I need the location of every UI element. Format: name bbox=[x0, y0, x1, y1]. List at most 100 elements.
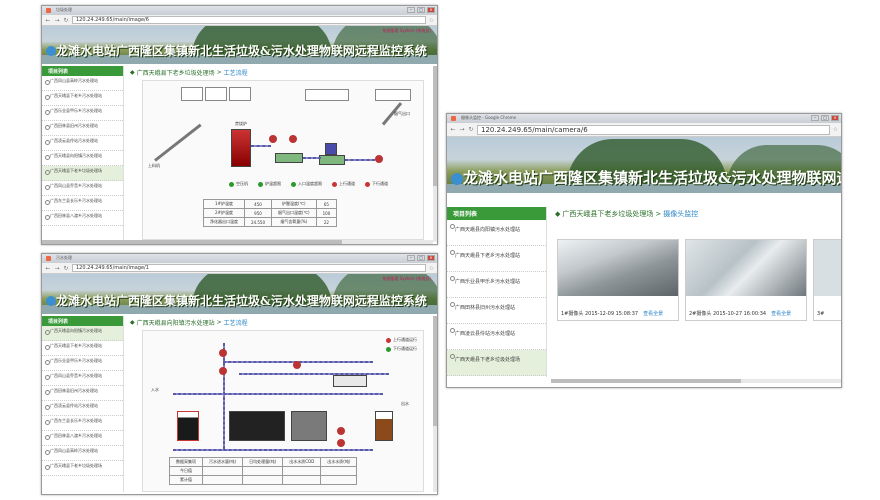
user-info[interactable]: 系统管理 System (系统员) bbox=[382, 28, 431, 34]
sidebar-item[interactable]: 广西天峨县向阳镇污水处理站 bbox=[447, 220, 546, 246]
minimize-button[interactable]: – bbox=[811, 115, 819, 121]
tab-title[interactable]: 污水处理 bbox=[56, 255, 72, 260]
breadcrumb-page[interactable]: 工艺流程 bbox=[224, 68, 248, 77]
camera-card[interactable]: 2#摄像头 2015-10-27 16:00:34 查看全景 bbox=[685, 239, 807, 321]
sidebar-item[interactable]: 广西天峨县下老乡垃圾处理场 bbox=[447, 350, 546, 376]
url-field[interactable]: 120.24.249.65/main/camera/6 bbox=[477, 124, 830, 135]
camera-card[interactable]: 1#摄像头 2015-12-09 15:08:37 查看全景 bbox=[557, 239, 679, 321]
reload-icon[interactable]: ↻ bbox=[63, 17, 69, 24]
stack-label: 烟气出口 bbox=[394, 111, 410, 116]
main-content: ◆ 广西天峨县下老乡垃圾处理场 > 摄像头监控 1#摄像头 2015-12-09… bbox=[551, 207, 841, 377]
sidebar-item[interactable]: 广西凌云县伶站污水处理站 bbox=[447, 324, 546, 350]
furnace bbox=[231, 129, 251, 167]
pump-icon bbox=[293, 361, 301, 369]
sidebar-item[interactable]: 广西田林县八渡乡污水处理站 bbox=[42, 211, 123, 226]
breadcrumb-site[interactable]: 广西天峨县下老乡垃圾处理场 bbox=[562, 209, 653, 219]
vertical-scrollbar[interactable] bbox=[433, 66, 437, 242]
vertical-scrollbar[interactable] bbox=[433, 316, 437, 492]
bookmark-star-icon[interactable]: ☆ bbox=[429, 17, 434, 24]
bookmark-star-icon[interactable]: ☆ bbox=[833, 126, 838, 133]
legend-label: 空压机 bbox=[236, 181, 248, 186]
maximize-button[interactable]: □ bbox=[821, 115, 829, 121]
table-cell: 烟气出口温度(℃) bbox=[271, 208, 317, 218]
tab-title[interactable]: 摄像头监控 - Google Chrome bbox=[461, 115, 516, 120]
reload-icon[interactable]: ↻ bbox=[468, 126, 474, 133]
back-icon[interactable]: ← bbox=[45, 265, 51, 272]
sidebar-item[interactable]: 广西天峨县下老乡污水处理站 bbox=[42, 91, 123, 106]
camera-image[interactable] bbox=[686, 240, 806, 296]
horizontal-scrollbar[interactable] bbox=[551, 379, 841, 383]
banner: 龙滩水电站广西隆区集镇新北生活垃圾&污水处理物联网远程监控系统 系统管理 Sys… bbox=[42, 26, 437, 64]
breadcrumb-site[interactable]: 广西天峨县向阳镇污水处理站 bbox=[137, 318, 215, 327]
close-button[interactable]: × bbox=[427, 7, 435, 13]
pump-icon bbox=[219, 349, 227, 357]
user-info[interactable]: 系统管理 System (系统员) bbox=[382, 276, 431, 282]
sidebar-item[interactable]: 广西凤山县高岭污水处理站 bbox=[42, 446, 123, 461]
back-icon[interactable]: ← bbox=[45, 17, 51, 24]
sidebar-item[interactable]: 广西田林县旧州污水处理站 bbox=[42, 121, 123, 136]
pipe bbox=[173, 393, 383, 395]
breadcrumb-site[interactable]: 广西天峨县下老乡垃圾处理场 bbox=[137, 68, 215, 77]
sidebar-item[interactable]: 广西凤山县乔音乡污水处理站 bbox=[42, 371, 123, 386]
breadcrumb-page[interactable]: 工艺流程 bbox=[224, 318, 248, 327]
maximize-button[interactable]: □ bbox=[417, 7, 425, 13]
sidebar-item[interactable]: 广西田林县八渡乡污水处理站 bbox=[42, 431, 123, 446]
tab-title[interactable]: 垃圾处理 bbox=[56, 7, 72, 12]
legend-label: 上行通道 bbox=[339, 181, 355, 186]
sidebar-item[interactable]: 广西乐业县甲乐乡污水处理站 bbox=[42, 356, 123, 371]
back-icon[interactable]: ← bbox=[450, 126, 456, 133]
inlet-label: 入水 bbox=[151, 387, 159, 392]
sidebar-item[interactable]: 广西凤山县乔音乡污水处理站 bbox=[42, 181, 123, 196]
banner-title: 龙滩水电站广西隆区集镇新北生活垃圾&污水处理物联网远程监控系统 bbox=[56, 44, 427, 58]
address-bar: ← → ↻ 120.24.249.65/main/image/1 ☆ bbox=[42, 263, 437, 274]
camera-image[interactable] bbox=[558, 240, 678, 296]
crane-label: 上料机 bbox=[148, 163, 160, 168]
sidebar-item[interactable]: 广西东兰县长乐乡污水处理站 bbox=[42, 196, 123, 211]
breadcrumb-page[interactable]: 摄像头监控 bbox=[663, 209, 698, 219]
sidebar-item[interactable]: 广西乐业县甲乐乡污水处理站 bbox=[42, 106, 123, 121]
table-cell: 950 bbox=[244, 208, 272, 218]
sidebar-item[interactable]: 广西凌云县伶站污水处理站 bbox=[42, 136, 123, 151]
table-row: 净化器出口温度 24.550 烟气含氧量(%) 22 bbox=[203, 217, 338, 227]
sidebar-item[interactable]: 广西田林县旧州污水处理站 bbox=[42, 386, 123, 401]
url-field[interactable]: 120.24.249.65/main/image/6 bbox=[72, 16, 426, 24]
title-bar: 污水处理 – □ × bbox=[42, 254, 437, 263]
camera-view-link[interactable]: 查看全景 bbox=[643, 311, 663, 317]
breadcrumb-sep: > bbox=[655, 210, 662, 218]
horizontal-scrollbar[interactable] bbox=[42, 240, 433, 244]
maximize-button[interactable]: □ bbox=[417, 255, 425, 261]
pump-icon bbox=[337, 427, 345, 435]
camera-view-link[interactable]: 查看全景 bbox=[771, 311, 791, 317]
url-field[interactable]: 120.24.249.65/main/image/1 bbox=[72, 264, 426, 272]
minimize-button[interactable]: – bbox=[407, 7, 415, 13]
forward-icon[interactable]: → bbox=[459, 126, 465, 133]
camera-card[interactable]: 3# bbox=[813, 239, 841, 321]
sidebar-item[interactable]: 广西天峨县下老乡污水处理站 bbox=[42, 341, 123, 356]
sidebar: 项目列表 广西天峨县向阳镇污水处理站 广西天峨县下老乡污水处理站 广西乐业县甲乐乡污… bbox=[42, 316, 124, 492]
sidebar-item[interactable]: 广西天峨县下老乡垃圾处理场 bbox=[42, 166, 123, 181]
sidebar-item[interactable]: 广西田林县旧州污水处理站 bbox=[447, 298, 546, 324]
sidebar-item[interactable]: 广西凤山县高岭污水处理站 bbox=[42, 76, 123, 91]
process-diagram: 上行通道运行 下行通道运行 入水 出水 数据采集项 污水进水量(吨) 日均处理量(吨)… bbox=[142, 330, 424, 492]
sidebar-item[interactable]: 广西天峨县下老乡垃圾处理场 bbox=[42, 461, 123, 476]
camera-name: 3# bbox=[817, 311, 825, 317]
sidebar-item[interactable]: 广西凌云县伶站污水处理站 bbox=[42, 401, 123, 416]
fan-icon bbox=[375, 155, 383, 163]
legend-item: 下行通道运行 bbox=[386, 346, 417, 352]
close-button[interactable]: × bbox=[427, 255, 435, 261]
reload-icon[interactable]: ↻ bbox=[63, 265, 69, 272]
title-bar: 垃圾处理 – □ × bbox=[42, 6, 437, 15]
forward-icon[interactable]: → bbox=[54, 265, 60, 272]
sidebar-item[interactable]: 广西乐业县甲乐乡污水处理站 bbox=[447, 272, 546, 298]
fan-icon bbox=[289, 135, 297, 143]
minimize-button[interactable]: – bbox=[407, 255, 415, 261]
close-button[interactable]: × bbox=[831, 115, 839, 121]
forward-icon[interactable]: → bbox=[54, 17, 60, 24]
camera-name: 2#摄像头 bbox=[689, 311, 712, 317]
bookmark-star-icon[interactable]: ☆ bbox=[429, 265, 434, 272]
sidebar-item[interactable]: 广西东兰县长乐乡污水处理站 bbox=[42, 416, 123, 431]
sidebar-item[interactable]: 广西天峨县向阳镇污水处理站 bbox=[42, 326, 123, 341]
banner-title: 龙滩水电站广西隆区集镇新北生活垃圾&污水处理物联网远程监控系统 bbox=[56, 294, 427, 308]
sidebar-item[interactable]: 广西天峨县向阳镇污水处理站 bbox=[42, 151, 123, 166]
sidebar-item[interactable]: 广西天峨县下老乡污水处理站 bbox=[447, 246, 546, 272]
